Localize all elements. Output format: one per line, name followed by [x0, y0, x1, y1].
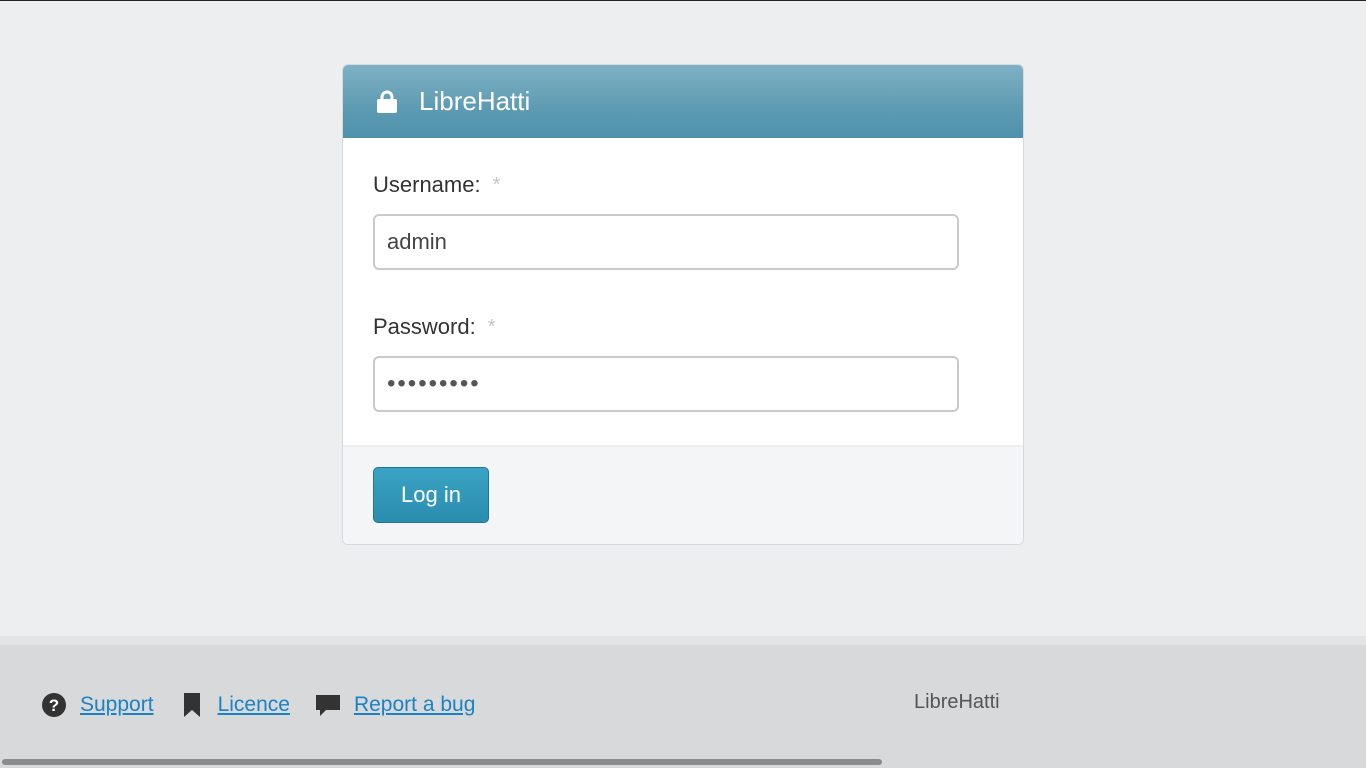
- lock-icon: [375, 90, 399, 114]
- username-label: Username: *: [373, 172, 993, 198]
- footer-link-licence[interactable]: Licence: [178, 691, 290, 719]
- svg-text:?: ?: [49, 696, 59, 715]
- login-panel: LibreHatti Username: * Password: * Log i…: [342, 64, 1024, 545]
- required-asterisk: *: [492, 173, 501, 196]
- page-footer: ? Support Licence Report a bug LibreHatt…: [0, 636, 1366, 768]
- panel-title: LibreHatti: [419, 86, 531, 116]
- question-circle-icon: ?: [40, 691, 68, 719]
- username-label-text: Username:: [373, 172, 481, 197]
- login-form: Username: * Password: *: [343, 138, 1023, 446]
- required-asterisk: *: [487, 315, 496, 338]
- login-button[interactable]: Log in: [373, 467, 489, 523]
- footer-link-support[interactable]: ? Support: [40, 691, 154, 719]
- password-field[interactable]: [373, 356, 959, 412]
- footer-link-report-bug[interactable]: Report a bug: [314, 691, 475, 719]
- bookmark-icon: [178, 691, 206, 719]
- licence-link[interactable]: Licence: [218, 693, 290, 717]
- username-group: Username: *: [373, 172, 993, 270]
- username-field[interactable]: [373, 214, 959, 270]
- comment-icon: [314, 691, 342, 719]
- password-label: Password: *: [373, 314, 993, 340]
- report-bug-link[interactable]: Report a bug: [354, 693, 475, 717]
- support-link[interactable]: Support: [80, 693, 154, 717]
- footer-links: ? Support Licence Report a bug: [40, 691, 499, 719]
- password-group: Password: *: [373, 314, 993, 412]
- panel-header: LibreHatti: [343, 65, 1023, 138]
- footer-brand: LibreHatti: [914, 691, 1000, 713]
- scrollbar-thumb[interactable]: [2, 759, 882, 765]
- top-border: [0, 0, 1366, 1]
- panel-footer: Log in: [343, 445, 1023, 544]
- password-label-text: Password:: [373, 314, 476, 339]
